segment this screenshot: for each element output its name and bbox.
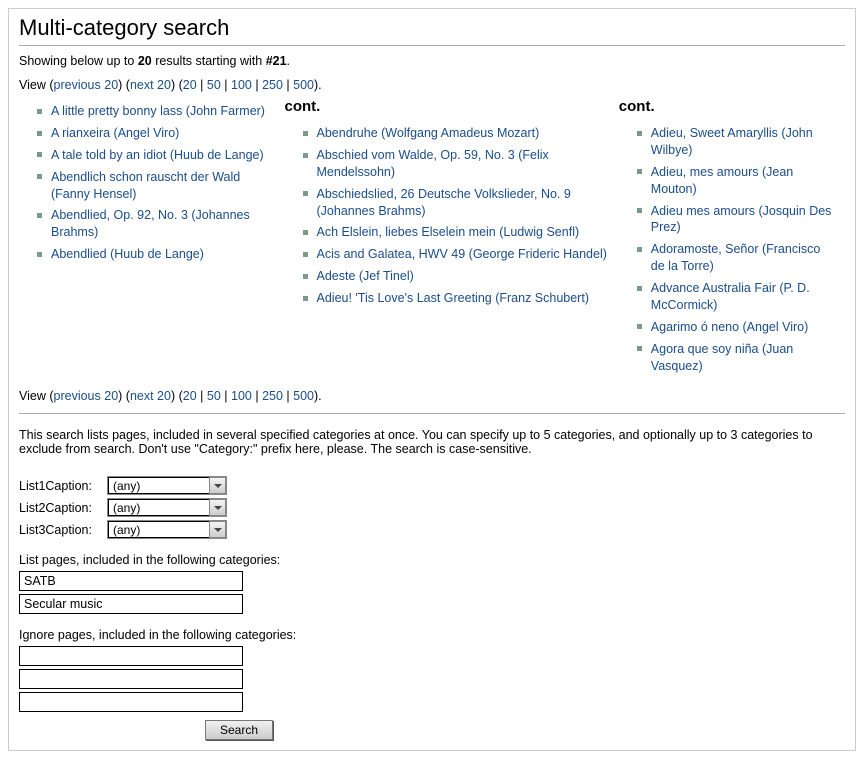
- exclude-category-2[interactable]: [19, 669, 243, 689]
- result-item: A tale told by an idiot (Huub de Lange): [37, 147, 275, 164]
- result-item: Abendlich schon rauscht der Wald (Fanny …: [37, 169, 275, 203]
- cont-heading: cont.: [619, 98, 835, 115]
- perpage-500[interactable]: 500: [293, 389, 314, 403]
- include-category-2[interactable]: [19, 594, 243, 614]
- result-item: A rianxeira (Angel Viro): [37, 125, 275, 142]
- chevron-down-icon: [209, 499, 226, 516]
- result-item: Adieu, mes amours (Jean Mouton): [637, 164, 835, 198]
- prev-link[interactable]: previous 20: [54, 389, 119, 403]
- result-item: Adoramoste, Señor (Francisco de la Torre…: [637, 241, 835, 275]
- perpage-20[interactable]: 20: [183, 389, 197, 403]
- intro-text: This search lists pages, included in sev…: [19, 428, 845, 456]
- results-summary: Showing below up to 20 results starting …: [19, 54, 845, 68]
- list3-select[interactable]: (any): [107, 520, 227, 539]
- perpage-250[interactable]: 250: [262, 78, 283, 92]
- perpage-20[interactable]: 20: [183, 78, 197, 92]
- include-label: List pages, included in the following ca…: [19, 553, 845, 567]
- result-item: Agora que soy niña (Juan Vasquez): [637, 341, 835, 375]
- include-category-1[interactable]: [19, 571, 243, 591]
- result-item: Adeste (Jef Tinel): [303, 268, 609, 285]
- page-title: Multi-category search: [19, 15, 845, 46]
- result-item: Abschiedslied, 26 Deutsche Volkslieder, …: [303, 186, 609, 220]
- result-item: Abschied vom Walde, Op. 59, No. 3 (Felix…: [303, 147, 609, 181]
- exclude-category-3[interactable]: [19, 692, 243, 712]
- next-link[interactable]: next 20: [130, 78, 171, 92]
- prev-link[interactable]: previous 20: [54, 78, 119, 92]
- result-item: Acis and Galatea, HWV 49 (George Frideri…: [303, 246, 609, 263]
- chevron-down-icon: [209, 477, 226, 494]
- perpage-100[interactable]: 100: [231, 389, 252, 403]
- result-item: Abendruhe (Wolfgang Amadeus Mozart): [303, 125, 609, 142]
- perpage-50[interactable]: 50: [207, 78, 221, 92]
- results-columns: A little pretty bonny lass (John Farmer)…: [19, 98, 845, 379]
- result-item: Adieu, Sweet Amaryllis (John Wilbye): [637, 125, 835, 159]
- search-button[interactable]: Search: [205, 720, 273, 740]
- list2-label: List2Caption:: [19, 501, 107, 515]
- result-item: Agarimo ó neno (Angel Viro): [637, 319, 835, 336]
- cont-heading: cont.: [285, 98, 609, 115]
- perpage-50[interactable]: 50: [207, 389, 221, 403]
- perpage-250[interactable]: 250: [262, 389, 283, 403]
- list2-select[interactable]: (any): [107, 498, 227, 517]
- next-link[interactable]: next 20: [130, 389, 171, 403]
- chevron-down-icon: [209, 521, 226, 538]
- pager-top: View (previous 20) (next 20) (20 | 50 | …: [19, 78, 845, 92]
- exclude-label: Ignore pages, included in the following …: [19, 628, 845, 642]
- list3-label: List3Caption:: [19, 523, 107, 537]
- perpage-500[interactable]: 500: [293, 78, 314, 92]
- list1-select[interactable]: (any): [107, 476, 227, 495]
- result-item: Abendlied, Op. 92, No. 3 (Johannes Brahm…: [37, 207, 275, 241]
- result-item: Ach Elslein, liebes Elselein mein (Ludwi…: [303, 224, 609, 241]
- pager-bottom: View (previous 20) (next 20) (20 | 50 | …: [19, 389, 845, 403]
- perpage-100[interactable]: 100: [231, 78, 252, 92]
- exclude-category-1[interactable]: [19, 646, 243, 666]
- result-item: Advance Australia Fair (P. D. McCormick): [637, 280, 835, 314]
- result-item: Adieu mes amours (Josquin Des Prez): [637, 203, 835, 237]
- result-item: Abendlied (Huub de Lange): [37, 246, 275, 263]
- result-item: Adieu! 'Tis Love's Last Greeting (Franz …: [303, 290, 609, 307]
- list1-label: List1Caption:: [19, 479, 107, 493]
- result-item: A little pretty bonny lass (John Farmer): [37, 103, 275, 120]
